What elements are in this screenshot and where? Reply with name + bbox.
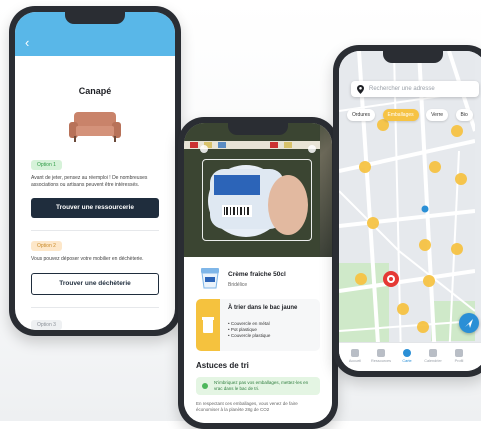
address-search-input[interactable]: Rechercher une adresse bbox=[351, 81, 479, 97]
close-icon[interactable] bbox=[308, 145, 316, 153]
co2-note: En respectant ces emballages, vous venez… bbox=[196, 401, 298, 412]
search-placeholder: Rechercher une adresse bbox=[369, 86, 435, 92]
find-decheterie-button[interactable]: Trouver une déchèterie bbox=[31, 272, 159, 295]
product-name: Crème fraîche 50cl bbox=[228, 271, 286, 278]
tab-home[interactable]: Accueil bbox=[341, 343, 369, 363]
option-1-description: Avant de jeter, pensez au réemploi ! De … bbox=[31, 175, 148, 188]
product-brand: Bridélice bbox=[228, 282, 248, 288]
page-title: Canapé bbox=[78, 86, 112, 96]
tab-label: Profil bbox=[454, 359, 464, 363]
bin-item-list: • Couvercle en métal • Pot plastique • C… bbox=[228, 321, 270, 339]
map-streets bbox=[339, 51, 477, 360]
tips-heading: Astuces de tri bbox=[196, 361, 249, 370]
back-arrow-icon[interactable]: ‹ bbox=[25, 36, 29, 49]
screen: ‹ Canapé Option 1 Avant de jeter, pensez… bbox=[15, 12, 175, 330]
phone-notch bbox=[228, 123, 288, 135]
flash-icon[interactable] bbox=[200, 145, 208, 153]
bin-item: • Couvercle plastique bbox=[228, 333, 271, 338]
option-2-description: Vous pouvez déposer votre mobilier en dé… bbox=[31, 256, 144, 262]
tab-calendar[interactable]: Calendrier bbox=[419, 343, 447, 363]
find-ressourcerie-button[interactable]: Trouver une ressourcerie bbox=[31, 198, 159, 218]
navigation-arrow-icon bbox=[465, 319, 473, 328]
cream-pot-icon bbox=[201, 268, 219, 289]
bin-title: À trier dans le bac jaune bbox=[228, 305, 298, 311]
tip-card: N'imbriquez pas vos emballages, mettez-l… bbox=[196, 377, 320, 395]
screen: Crème fraîche 50cl Bridélice À trier dan… bbox=[184, 123, 332, 423]
phone-furniture-screen: ‹ Canapé Option 1 Avant de jeter, pensez… bbox=[9, 6, 181, 336]
option-badge-2: Option 2 bbox=[31, 241, 62, 251]
tip-text: N'imbriquez pas vos emballages, mettez-l… bbox=[214, 380, 309, 391]
tip-icon bbox=[202, 383, 208, 389]
document-icon bbox=[377, 349, 385, 357]
tab-map[interactable]: Carte bbox=[393, 343, 421, 363]
option-badge-1: Option 1 bbox=[31, 160, 62, 170]
home-icon bbox=[351, 349, 359, 357]
scan-frame bbox=[202, 159, 312, 241]
chip-emballages[interactable]: Emballages bbox=[382, 109, 419, 121]
chip-verre[interactable]: Verre bbox=[426, 109, 449, 121]
camera-viewfinder bbox=[184, 123, 332, 257]
map-pin-icon bbox=[403, 349, 411, 357]
tab-label: Calendrier bbox=[424, 359, 442, 363]
chip-bio[interactable]: Bio bbox=[455, 109, 473, 121]
screen: Rechercher une adresse Ordures Emballage… bbox=[339, 51, 481, 371]
calendar-icon bbox=[429, 349, 437, 357]
locate-me-button[interactable] bbox=[459, 313, 479, 333]
tab-resources[interactable]: Ressources bbox=[367, 343, 395, 363]
product-card: Crème fraîche 50cl Bridélice À trier dan… bbox=[184, 257, 332, 423]
tab-label: Carte bbox=[402, 359, 412, 363]
phone-notch bbox=[65, 12, 125, 24]
sofa-icon bbox=[69, 112, 121, 142]
chip-ordures[interactable]: Ordures bbox=[347, 109, 376, 121]
location-pin-icon bbox=[357, 85, 364, 94]
bottom-tab-bar: Accueil Ressources Carte Calendrier Prof… bbox=[339, 342, 481, 371]
tab-label: Ressources bbox=[370, 359, 392, 363]
user-icon bbox=[455, 349, 463, 357]
yellow-bin-icon bbox=[196, 299, 220, 351]
phone-map-screen: Rechercher une adresse Ordures Emballage… bbox=[333, 45, 481, 377]
tab-profile[interactable]: Profil bbox=[445, 343, 473, 363]
phone-scan-screen: Crème fraîche 50cl Bridélice À trier dan… bbox=[178, 117, 338, 429]
option-badge-3: Option 3 bbox=[31, 319, 62, 330]
phone-notch bbox=[383, 51, 443, 63]
waste-filter-chips: Ordures Emballages Verre Bio bbox=[347, 103, 481, 121]
sorting-instruction: À trier dans le bac jaune • Couvercle en… bbox=[196, 299, 320, 351]
tab-label: Accueil bbox=[348, 359, 362, 363]
